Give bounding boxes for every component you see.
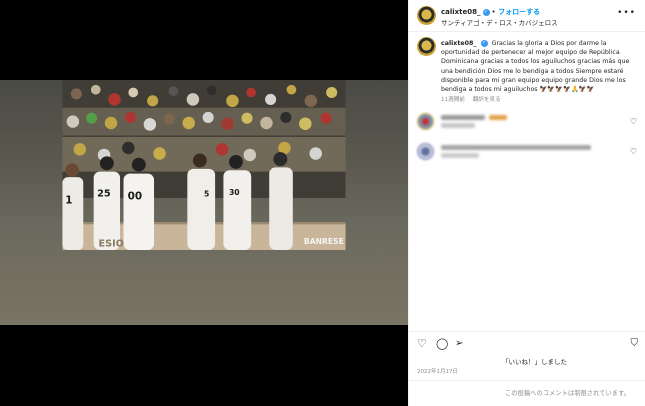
media-pane: 1 25 00 5 30 ESIO BANRESE 👤 xyxy=(0,0,408,406)
crowd-background: 1 25 00 5 30 ESIO BANRESE xyxy=(62,80,346,250)
comment-avatar[interactable] xyxy=(417,143,434,160)
comment-item: ♡ xyxy=(409,110,645,132)
post-caption: calixte08_ ✓ Gracias la gloria a Dios por… xyxy=(441,39,639,94)
avatar[interactable] xyxy=(417,6,436,25)
jersey-number: 25 xyxy=(97,189,111,200)
instagram-post-view: 1 25 00 5 30 ESIO BANRESE 👤 calixte08_✓•… xyxy=(0,0,645,406)
bookmark-icon[interactable]: ⛉ xyxy=(631,338,639,350)
header-username: calixte08_ ✓ • フォローする xyxy=(441,8,541,16)
sign-text-left: ESIO xyxy=(99,239,124,250)
heart-icon[interactable]: ♡ xyxy=(630,147,637,156)
jersey-number: 1 xyxy=(65,195,72,207)
comment-item: ♡ xyxy=(409,140,645,162)
caption-text: Gracias la gloria a Dios por darme la op… xyxy=(441,40,630,94)
blurred-meta xyxy=(441,123,475,128)
username-link[interactable]: calixte08_ xyxy=(441,8,481,16)
jersey-number: 00 xyxy=(128,190,142,202)
caption-age[interactable]: 11週間前 xyxy=(441,97,465,103)
blurred-username xyxy=(441,115,485,120)
caption-avatar[interactable] xyxy=(417,37,436,56)
comment-icon[interactable]: ◯ xyxy=(436,338,448,350)
location-link[interactable]: サンティアゴ・デ・ロス・カバジェロス xyxy=(441,17,558,27)
heart-icon[interactable]: ♡ xyxy=(630,117,637,126)
likes-label[interactable]: 「いいね！」しました xyxy=(502,358,567,366)
jersey-number: 30 xyxy=(229,188,240,197)
caption-meta: 11週間前 翻訳を見る xyxy=(441,95,507,103)
blurred-emoji xyxy=(489,115,507,120)
post-header: calixte08_ ✓ • フォローする サンティアゴ・デ・ロス・カバジェロス •… xyxy=(409,0,645,32)
likes-line: 「いいね！」しました xyxy=(409,356,645,366)
post-side-panel: calixte08_ ✓ • フォローする サンティアゴ・デ・ロス・カバジェロス •… xyxy=(408,0,645,406)
jersey-number: 5 xyxy=(204,190,209,199)
sign-text: BANRESE xyxy=(304,237,344,246)
share-icon[interactable]: ➢ xyxy=(455,338,463,350)
action-bar: ♡ ◯ ➢ ⛉ xyxy=(409,331,645,355)
caption-username[interactable]: calixte08_ xyxy=(441,40,477,47)
follow-button[interactable]: フォローする xyxy=(498,8,540,16)
blurred-meta xyxy=(441,153,479,158)
more-icon[interactable]: ••• xyxy=(617,8,636,18)
post-photo[interactable]: 1 25 00 5 30 ESIO BANRESE 👤 xyxy=(0,80,408,325)
blurred-comment xyxy=(441,145,591,150)
verified-icon: ✓ xyxy=(480,39,488,47)
comment-avatar[interactable] xyxy=(417,113,434,130)
heart-icon[interactable]: ♡ xyxy=(417,338,427,350)
translate-button[interactable]: 翻訳を見る xyxy=(473,97,501,103)
comments-disabled-notice: この投稿へのコメントは制限されています。 xyxy=(409,380,645,406)
verified-icon: ✓ xyxy=(482,8,490,16)
post-date[interactable]: 2022年1月17日 xyxy=(417,367,458,375)
